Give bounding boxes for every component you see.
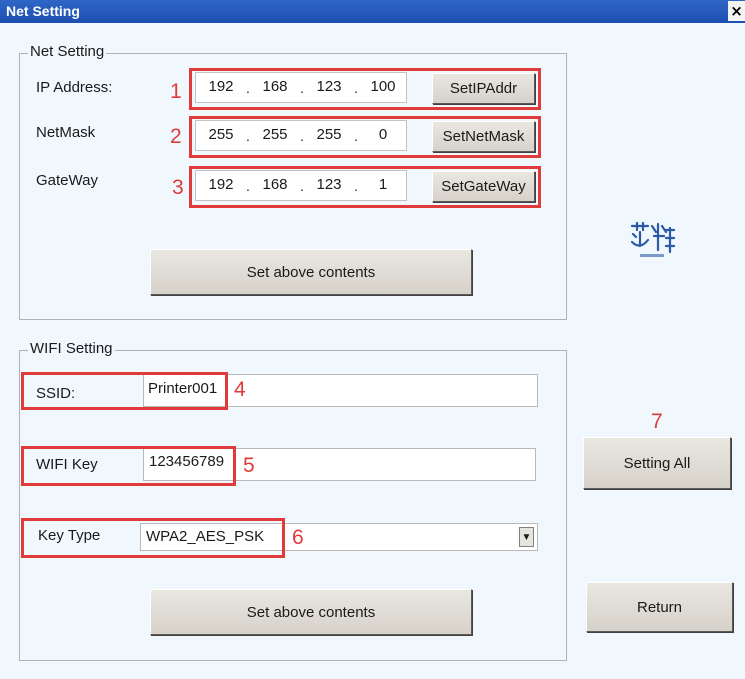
wifi-setting-legend: WIFI Setting	[28, 340, 115, 357]
marker-4: 4	[234, 378, 246, 401]
marker-3: 3	[172, 176, 184, 199]
highlight-box-6	[21, 518, 285, 558]
close-icon[interactable]: ×	[728, 1, 745, 21]
marker-6: 6	[292, 526, 304, 549]
highlight-box-3	[189, 166, 541, 208]
return-button[interactable]: Return	[586, 582, 733, 632]
gateway-label: GateWay	[36, 172, 98, 189]
marker-1: 1	[170, 80, 182, 103]
setting-all-button[interactable]: Setting All	[583, 437, 731, 489]
marker-2: 2	[170, 125, 182, 148]
brand-logo-icon	[630, 221, 676, 257]
highlight-box-1	[189, 68, 541, 110]
ip-address-label: IP Address:	[36, 79, 113, 96]
marker-5: 5	[243, 454, 255, 477]
window-title: Net Setting	[6, 3, 80, 19]
net-setting-legend: Net Setting	[28, 43, 107, 60]
net-set-above-contents-button[interactable]: Set above contents	[150, 249, 472, 295]
highlight-box-4	[21, 372, 228, 410]
highlight-box-5	[21, 446, 236, 486]
marker-7: 7	[651, 410, 663, 433]
title-bar: Net Setting ×	[0, 0, 745, 23]
netmask-label: NetMask	[36, 124, 96, 141]
wifi-set-above-contents-button[interactable]: Set above contents	[150, 589, 472, 635]
highlight-box-2	[189, 116, 541, 158]
chevron-down-icon[interactable]: ▼	[519, 527, 534, 547]
